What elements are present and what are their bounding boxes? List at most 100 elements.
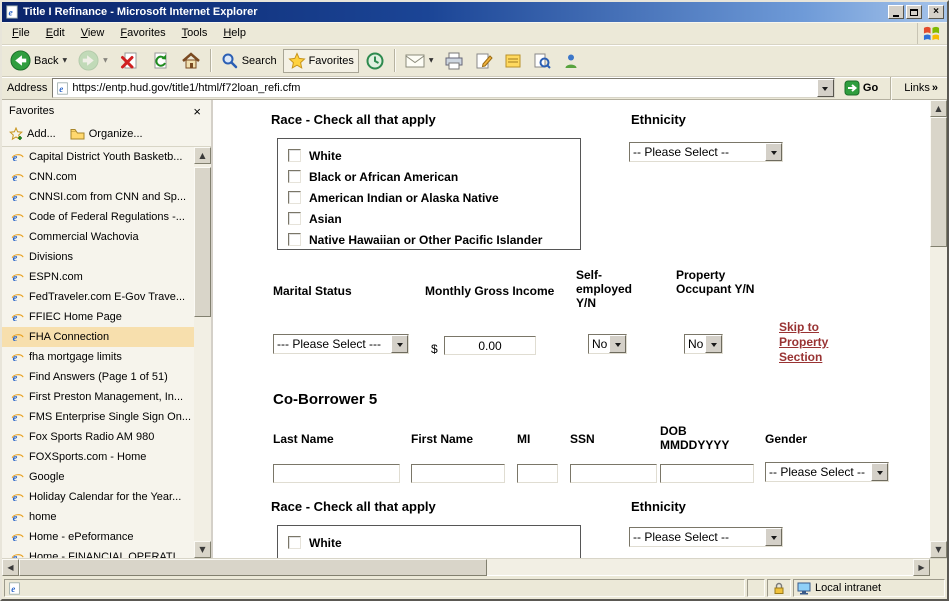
stop-button[interactable]	[114, 48, 144, 74]
dropdown-button[interactable]	[871, 463, 888, 481]
discuss-button[interactable]	[499, 49, 527, 73]
favorite-item[interactable]: e Divisions	[2, 247, 211, 267]
favorites-scrollbar[interactable]: ▲ ▼	[194, 147, 211, 558]
dropdown-button[interactable]	[765, 528, 782, 546]
favorite-item[interactable]: e CNNSI.com from CNN and Sp...	[2, 187, 211, 207]
go-button[interactable]: Go	[840, 79, 882, 97]
last-name-input[interactable]	[273, 464, 400, 483]
close-button[interactable]: ×	[928, 5, 944, 19]
messenger-button[interactable]	[557, 49, 585, 73]
dropdown-button[interactable]	[391, 335, 408, 353]
favorite-item[interactable]: e FedTraveler.com E-Gov Trave...	[2, 287, 211, 307]
gender-select[interactable]: -- Please Select --	[765, 462, 889, 482]
favorite-item[interactable]: e ESPN.com	[2, 267, 211, 287]
dropdown-button[interactable]	[609, 335, 626, 353]
address-input[interactable]	[72, 80, 814, 96]
income-input[interactable]	[444, 336, 536, 355]
minimize-button[interactable]	[888, 5, 904, 19]
favorite-item[interactable]: e Holiday Calendar for the Year...	[2, 487, 211, 507]
address-dropdown-button[interactable]	[817, 79, 834, 97]
favorites-close-button[interactable]: ×	[190, 105, 204, 118]
checkbox[interactable]	[288, 191, 301, 204]
history-button[interactable]	[360, 48, 390, 74]
scroll-left-button[interactable]: ◀	[2, 559, 19, 576]
race-option-row[interactable]: Black or African American	[288, 166, 580, 187]
favorite-item[interactable]: e Code of Federal Regulations -...	[2, 207, 211, 227]
favorite-item[interactable]: e Home - ePeformance	[2, 527, 211, 547]
back-button[interactable]: Back ▼	[5, 47, 72, 74]
favorites-button[interactable]: Favorites	[283, 49, 359, 73]
favorite-item[interactable]: e Fox Sports Radio AM 980	[2, 427, 211, 447]
menu-item[interactable]: Favorites	[112, 24, 173, 42]
menu-item[interactable]: Tools	[174, 24, 216, 42]
menu-item[interactable]: Edit	[38, 24, 73, 42]
ssn-input[interactable]	[570, 464, 657, 483]
favorite-item[interactable]: e Home - FINANCIAL OPERATI...	[2, 547, 211, 558]
checkbox[interactable]	[288, 170, 301, 183]
favorite-item[interactable]: e Commercial Wachovia	[2, 227, 211, 247]
add-favorite-button[interactable]: Add...	[9, 127, 56, 141]
race-option-row[interactable]: Asian	[288, 208, 580, 229]
first-name-input[interactable]	[411, 464, 505, 483]
menu-item[interactable]: Help	[215, 24, 254, 42]
scroll-down-button[interactable]: ▼	[194, 541, 211, 558]
checkbox[interactable]	[288, 149, 301, 162]
favorite-item[interactable]: e CNN.com	[2, 167, 211, 187]
print-button[interactable]	[439, 49, 469, 73]
organize-favorites-button[interactable]: Organize...	[70, 128, 143, 140]
chevron-down-icon	[397, 343, 403, 350]
address-field[interactable]: e	[52, 78, 835, 98]
race-option-row[interactable]: White	[288, 145, 580, 166]
scrollbar-thumb[interactable]	[19, 559, 487, 576]
favorite-item[interactable]: e FHA Connection	[2, 327, 211, 347]
scroll-down-button[interactable]: ▼	[930, 541, 947, 558]
property-occupant-select[interactable]: No	[684, 334, 723, 354]
scroll-up-button[interactable]: ▲	[194, 147, 211, 164]
favorite-item[interactable]: e First Preston Management, In...	[2, 387, 211, 407]
scrollbar-thumb[interactable]	[194, 167, 211, 317]
maximize-button[interactable]	[906, 5, 922, 19]
favorite-item[interactable]: e fha mortgage limits	[2, 347, 211, 367]
race-option-row[interactable]: American Indian or Alaska Native	[288, 187, 580, 208]
edit-button[interactable]	[470, 49, 498, 73]
mi-input[interactable]	[517, 464, 558, 483]
race-option-row[interactable]: White	[288, 532, 580, 553]
favorite-item[interactable]: e home	[2, 507, 211, 527]
ethnicity-select[interactable]: -- Please Select --	[629, 142, 783, 162]
favorite-item[interactable]: e FOXSports.com - Home	[2, 447, 211, 467]
favorite-item[interactable]: e Capital District Youth Basketb...	[2, 147, 211, 167]
self-employed-select[interactable]: No	[588, 334, 627, 354]
forward-button[interactable]: ▼	[73, 47, 113, 74]
page-horizontal-scrollbar[interactable]: ◀ ▶	[2, 558, 947, 575]
dropdown-button[interactable]	[705, 335, 722, 353]
menu-item[interactable]: File	[4, 24, 38, 42]
menu-item[interactable]: View	[73, 24, 113, 42]
home-button[interactable]	[176, 48, 206, 74]
scroll-up-button[interactable]: ▲	[930, 100, 947, 117]
dropdown-button[interactable]	[765, 143, 782, 161]
ethnicity-select-2[interactable]: -- Please Select --	[629, 527, 783, 547]
mail-button[interactable]: ▼	[400, 50, 439, 72]
research-button[interactable]	[528, 49, 556, 73]
content-row: Favorites × Add... Organize...	[2, 100, 947, 558]
race-option-row[interactable]: Native Hawaiian or Other Pacific Islande…	[288, 229, 580, 250]
checkbox[interactable]	[288, 233, 301, 246]
skip-to-property-link[interactable]: Skip to Property Section	[779, 320, 845, 365]
refresh-button[interactable]	[145, 48, 175, 74]
dob-input[interactable]	[660, 464, 754, 483]
first-name-label: First Name	[411, 432, 473, 446]
favorite-item[interactable]: e FFIEC Home Page	[2, 307, 211, 327]
marital-status-select[interactable]: --- Please Select ---	[273, 334, 409, 354]
scrollbar-thumb[interactable]	[930, 117, 947, 247]
links-button[interactable]: Links »	[900, 82, 942, 94]
checkbox[interactable]	[288, 212, 301, 225]
favorite-item[interactable]: e FMS Enterprise Single Sign On...	[2, 407, 211, 427]
ie-favicon: e	[11, 411, 24, 424]
favorite-item[interactable]: e Google	[2, 467, 211, 487]
search-button[interactable]: Search	[216, 49, 282, 73]
checkbox[interactable]	[288, 536, 301, 549]
forward-icon	[78, 50, 99, 71]
scroll-right-button[interactable]: ▶	[913, 559, 930, 576]
page-vertical-scrollbar[interactable]: ▲ ▼	[930, 100, 947, 558]
favorite-item[interactable]: e Find Answers (Page 1 of 51)	[2, 367, 211, 387]
